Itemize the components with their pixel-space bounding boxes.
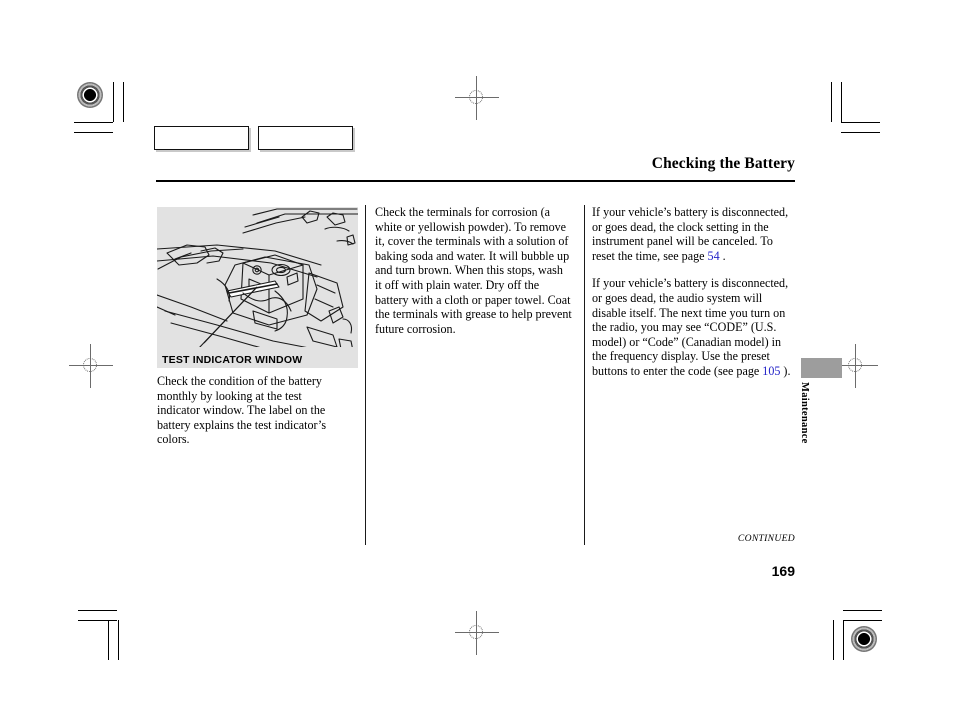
section-tab-marker: [801, 358, 842, 378]
crop-mark-top-left-horizontal-b: [74, 132, 113, 133]
column-divider-right: [584, 205, 585, 545]
crop-mark-bottom-left-vertical-a: [108, 620, 109, 660]
right-paragraph-1-text-before: If your vehicle’s battery is disconnecte…: [592, 205, 789, 263]
page-reference-link-54[interactable]: 54: [708, 249, 720, 263]
figure-engine-bay-battery: [157, 207, 358, 368]
column-divider-left: [365, 205, 366, 545]
crop-mark-bottom-right-horizontal-a: [843, 610, 882, 611]
section-tab-label: Maintenance: [799, 382, 810, 444]
color-swatch-box-1: [154, 126, 249, 150]
middle-paragraph-1: Check the terminals for corrosion (a whi…: [375, 205, 572, 336]
right-paragraph-2-text-before: If your vehicle’s battery is disconnecte…: [592, 276, 789, 378]
page-title: Checking the Battery: [651, 155, 795, 172]
column-middle: Check the terminals for corrosion (a whi…: [375, 205, 572, 349]
registration-crosshair-left-center: [69, 344, 113, 388]
column-right: If your vehicle’s battery is disconnecte…: [592, 205, 792, 392]
page-reference-link-105[interactable]: 105: [762, 364, 780, 378]
crop-mark-bottom-right-horizontal-b: [843, 620, 882, 621]
header-rule: [156, 180, 795, 182]
crop-mark-top-left-vertical-b: [123, 82, 124, 122]
crop-mark-bottom-left-horizontal-b: [78, 620, 117, 621]
figure-caption: TEST INDICATOR WINDOW: [162, 354, 303, 366]
page-number: 169: [771, 563, 795, 579]
left-paragraph-1: Check the condition of the battery month…: [157, 374, 327, 447]
right-paragraph-1-text-after: .: [719, 248, 726, 263]
crop-mark-top-right-vertical-b: [841, 82, 842, 122]
right-paragraph-2-text-after: ).: [780, 363, 791, 378]
manual-page: Checking the Battery TEST INDICATOR WIND…: [0, 0, 954, 710]
engine-bay-battery-illustration: [157, 207, 358, 368]
crop-mark-bottom-right-vertical-a: [833, 620, 834, 660]
registration-bullseye-top-left: [77, 82, 103, 108]
registration-crosshair-top-center: [455, 76, 499, 120]
crop-mark-top-right-horizontal-b: [841, 132, 880, 133]
crop-mark-bottom-left-vertical-b: [118, 620, 119, 660]
crop-mark-bottom-left-horizontal-a: [78, 610, 117, 611]
right-paragraph-2: If your vehicle’s battery is disconnecte…: [592, 276, 792, 378]
crop-mark-top-left-vertical-a: [113, 82, 114, 122]
column-left: Check the condition of the battery month…: [157, 374, 347, 460]
color-swatch-box-2: [258, 126, 353, 150]
right-paragraph-1: If your vehicle’s battery is disconnecte…: [592, 205, 792, 263]
crop-mark-bottom-right-vertical-b: [843, 620, 844, 660]
crop-mark-top-right-vertical-a: [831, 82, 832, 122]
continued-label: CONTINUED: [737, 533, 795, 544]
crop-mark-top-left-horizontal-a: [74, 122, 113, 123]
registration-bullseye-bottom-right: [851, 626, 877, 652]
registration-crosshair-bottom-center: [455, 611, 499, 655]
crop-mark-top-right-horizontal-a: [841, 122, 880, 123]
